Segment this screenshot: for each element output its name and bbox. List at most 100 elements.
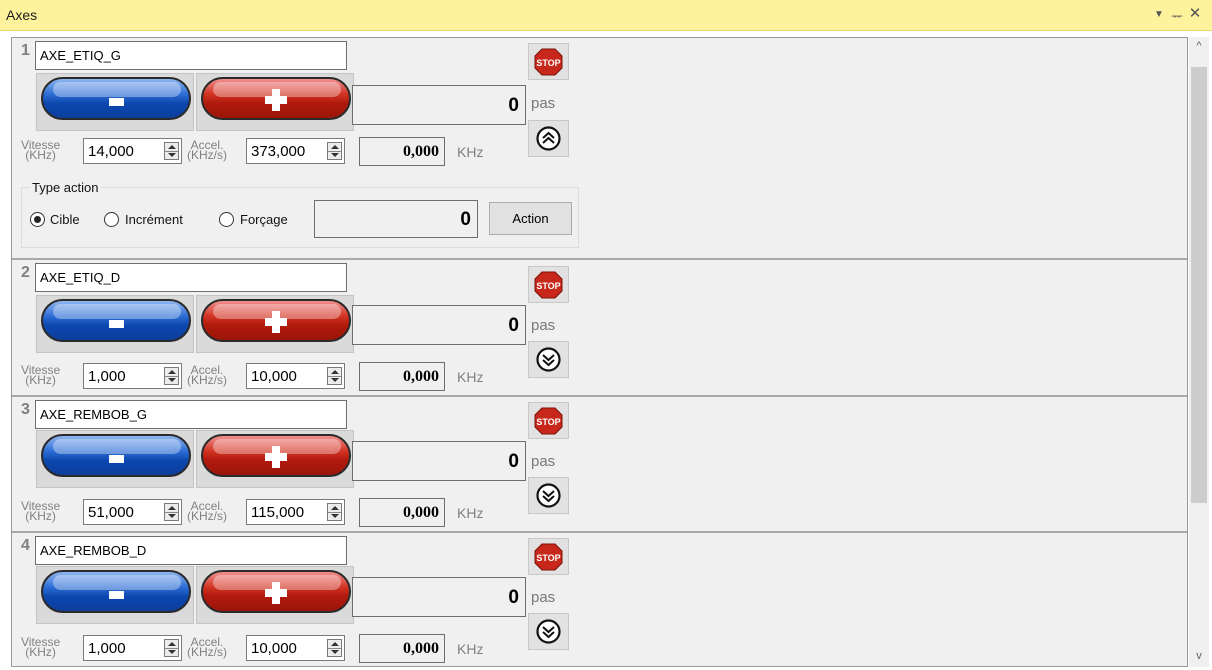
accel-spin-arrows[interactable] — [327, 639, 342, 657]
axis-name-field[interactable]: AXE_REMBOB_D — [35, 536, 347, 565]
radio-cible[interactable] — [30, 212, 45, 227]
vitesse-label: Vitesse (KHz) — [21, 363, 61, 387]
axis-panel-1: 1 AXE_ETIQ_G STOP 0 pas Vitesse (KHz) 14… — [12, 38, 1187, 260]
frequency-display: 0,000 — [359, 362, 445, 391]
scroll-down-icon[interactable]: v — [1189, 647, 1209, 665]
axis-panel-2: 2 AXE_ETIQ_D STOP 0 pas Vitesse (KHz) 1,… — [12, 260, 1187, 397]
home-button[interactable] — [528, 613, 569, 650]
minus-icon — [109, 320, 124, 328]
vitesse-spinbox[interactable]: 51,000 — [83, 499, 182, 525]
home-button[interactable] — [528, 477, 569, 514]
axis-name-field[interactable]: AXE_ETIQ_D — [35, 263, 347, 292]
accel-label: Accel. (KHz/s) — [187, 138, 227, 162]
vitesse-label: Vitesse (KHz) — [21, 138, 61, 162]
jog-plus-pill[interactable] — [201, 299, 351, 342]
plus-button[interactable] — [196, 430, 354, 488]
axis-name-field[interactable]: AXE_ETIQ_G — [35, 41, 347, 70]
khz-label: KHz — [457, 641, 484, 657]
axes-list: 1 AXE_ETIQ_G STOP 0 pas Vitesse (KHz) 14… — [11, 37, 1188, 667]
pas-label: pas — [531, 453, 556, 470]
accel-spin-arrows[interactable] — [327, 367, 342, 385]
scroll-up-icon[interactable]: ^ — [1189, 37, 1209, 55]
khz-label: KHz — [457, 144, 484, 160]
pas-label: pas — [531, 317, 556, 334]
position-value: 0 — [508, 587, 519, 608]
vitesse-spin-arrows[interactable] — [164, 142, 179, 160]
position-value: 0 — [508, 95, 519, 116]
minus-button[interactable] — [36, 430, 194, 488]
plus-button[interactable] — [196, 566, 354, 624]
stop-button[interactable]: STOP — [528, 266, 569, 303]
dropdown-triangle-icon[interactable]: ▼ — [1152, 9, 1166, 20]
stop-button[interactable]: STOP — [528, 402, 569, 439]
action-value-field[interactable]: 0 — [314, 200, 478, 238]
accel-spinbox[interactable]: 115,000 — [246, 499, 345, 525]
vitesse-spin-arrows[interactable] — [164, 639, 179, 657]
axis-number: 3 — [21, 401, 30, 418]
stop-button[interactable]: STOP — [528, 43, 569, 80]
type-action-title: Type action — [30, 180, 101, 195]
vitesse-value: 1,000 — [88, 640, 126, 657]
accel-spinbox[interactable]: 10,000 — [246, 363, 345, 389]
scroll-thumb[interactable] — [1191, 67, 1207, 503]
accel-spin-arrows[interactable] — [327, 142, 342, 160]
vertical-scrollbar[interactable]: ^ v — [1189, 37, 1209, 667]
accel-label: Accel. (KHz/s) — [187, 363, 227, 387]
minus-icon — [109, 591, 124, 599]
vitesse-spinbox[interactable]: 1,000 — [83, 363, 182, 389]
home-button[interactable] — [528, 341, 569, 378]
jog-minus-pill[interactable] — [41, 570, 191, 613]
accel-spin-arrows[interactable] — [327, 503, 342, 521]
radio-forcage[interactable] — [219, 212, 234, 227]
accel-value: 115,000 — [251, 504, 305, 521]
jog-minus-pill[interactable] — [41, 299, 191, 342]
axis-panel-4: 4 AXE_REMBOB_D STOP 0 pas Vitesse (KHz) … — [12, 533, 1187, 666]
vitesse-spinbox[interactable]: 14,000 — [83, 138, 182, 164]
vitesse-spin-arrows[interactable] — [164, 503, 179, 521]
khz-label: KHz — [457, 369, 484, 385]
svg-text:STOP: STOP — [536, 58, 560, 68]
radio-increment-label[interactable]: Incrément — [125, 212, 183, 227]
close-icon[interactable]: ✕ — [1188, 4, 1202, 22]
frequency-display: 0,000 — [359, 137, 445, 166]
action-button[interactable]: Action — [489, 202, 572, 235]
home-button[interactable] — [528, 120, 569, 157]
pin-icon[interactable]: ᅲ — [1170, 6, 1184, 25]
jog-plus-pill[interactable] — [201, 570, 351, 613]
vitesse-spinbox[interactable]: 1,000 — [83, 635, 182, 661]
stop-icon: STOP — [534, 543, 563, 571]
radio-increment[interactable] — [104, 212, 119, 227]
radio-forcage-label[interactable]: Forçage — [240, 212, 288, 227]
svg-text:STOP: STOP — [536, 417, 560, 427]
minus-button[interactable] — [36, 295, 194, 353]
stop-icon: STOP — [534, 407, 563, 435]
frequency-display: 0,000 — [359, 498, 445, 527]
vitesse-value: 1,000 — [88, 368, 126, 385]
vitesse-spin-arrows[interactable] — [164, 367, 179, 385]
accel-value: 373,000 — [251, 143, 306, 160]
radio-cible-label[interactable]: Cible — [50, 212, 80, 227]
minus-button[interactable] — [36, 566, 194, 624]
jog-minus-pill[interactable] — [41, 77, 191, 120]
accel-spinbox[interactable]: 10,000 — [246, 635, 345, 661]
jog-plus-pill[interactable] — [201, 434, 351, 477]
stop-icon: STOP — [534, 48, 563, 76]
stop-icon: STOP — [534, 271, 563, 299]
accel-spinbox[interactable]: 373,000 — [246, 138, 345, 164]
svg-text:STOP: STOP — [536, 553, 560, 563]
panel-title: Axes — [6, 7, 38, 23]
double-chevron-down-icon — [536, 619, 561, 644]
jog-minus-pill[interactable] — [41, 434, 191, 477]
vitesse-value: 51,000 — [88, 504, 134, 521]
axis-name-field[interactable]: AXE_REMBOB_G — [35, 400, 347, 429]
pas-label: pas — [531, 589, 556, 606]
jog-plus-pill[interactable] — [201, 77, 351, 120]
plus-button[interactable] — [196, 73, 354, 131]
stop-button[interactable]: STOP — [528, 538, 569, 575]
axis-number: 4 — [21, 537, 30, 554]
minus-button[interactable] — [36, 73, 194, 131]
position-display: 0 — [352, 85, 526, 125]
accel-value: 10,000 — [251, 640, 297, 657]
plus-button[interactable] — [196, 295, 354, 353]
minus-icon — [109, 98, 124, 106]
